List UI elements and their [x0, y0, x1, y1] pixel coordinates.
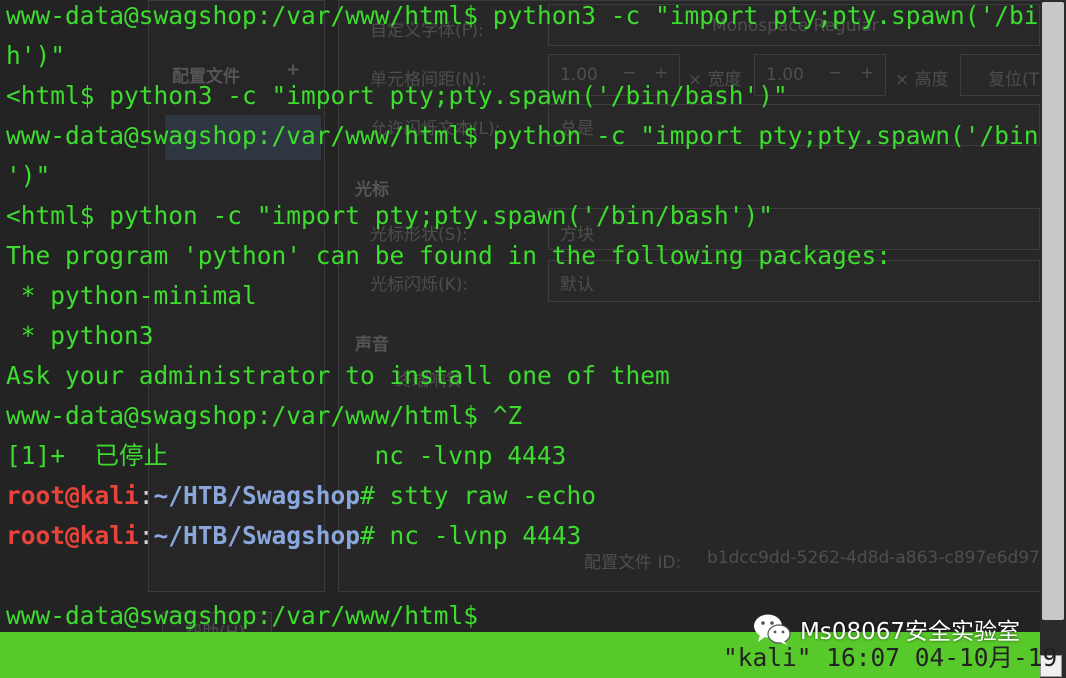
terminal-text-segment: root@kali — [6, 521, 139, 550]
terminal-text-segment: ~/HTB/Swagshop — [153, 521, 361, 550]
terminal-text-segment: h')" — [6, 41, 66, 70]
terminal-text-segment: <html$ python3 -c "import pty;pty.spawn(… — [6, 81, 788, 110]
terminal-text-segment: : — [138, 481, 154, 510]
terminal-text-segment: * python-minimal — [6, 281, 257, 310]
scrollbar-thumb[interactable] — [1042, 2, 1064, 620]
terminal-line: [1]+ 已停止 nc -lvnp 4443 — [6, 436, 1046, 476]
terminal-text-segment: root@kali — [6, 481, 139, 510]
terminal-window: 配置文件 + 自定义字体(F): Monospace Regular 单元格间距… — [0, 0, 1066, 678]
wechat-icon — [754, 614, 791, 645]
terminal-text-segment: www-data@swagshop:/var/www/html$ ^Z — [6, 401, 523, 430]
terminal-text-segment: www-data@swagshop:/var/www/html$ python3… — [6, 1, 1066, 30]
terminal-line: * python3 — [6, 316, 1046, 356]
terminal-line: The program 'python' can be found in the… — [6, 236, 1046, 276]
terminal-line: root@kali:~/HTB/Swagshop# stty raw -echo — [6, 476, 1046, 516]
terminal-text-segment: [1]+ 已停止 nc -lvnp 4443 — [6, 441, 567, 470]
terminal-output[interactable]: www-data@swagshop:/var/www/html$ python3… — [6, 0, 1066, 636]
terminal-line: www-data@swagshop:/var/www/html$ python … — [6, 116, 1066, 156]
terminal-line: <html$ python -c "import pty;pty.spawn('… — [6, 196, 1046, 236]
terminal-line: www-data@swagshop:/var/www/html$ python3… — [6, 0, 1066, 36]
terminal-text-segment: # stty raw -echo — [360, 481, 597, 510]
terminal-text-segment: ')" — [6, 161, 51, 190]
terminal-text-segment: # nc -lvnp 4443 — [360, 521, 582, 550]
terminal-line: www-data@swagshop:/var/www/html$ ^Z — [6, 396, 1046, 436]
terminal-line: * python-minimal — [6, 276, 1046, 316]
terminal-text-segment: * python3 — [6, 321, 154, 350]
terminal-text-segment: : — [138, 521, 154, 550]
terminal-text-segment: <html$ python -c "import pty;pty.spawn('… — [6, 201, 774, 230]
terminal-text-segment: www-data@swagshop:/var/www/html$ — [6, 601, 479, 630]
watermark: Ms08067安全实验室 — [752, 612, 1020, 646]
terminal-text-segment: Ask your administrator to install one of… — [6, 361, 670, 390]
terminal-line: Ask your administrator to install one of… — [6, 356, 1046, 396]
terminal-line: h')" — [6, 36, 1046, 76]
terminal-text-segment: ~/HTB/Swagshop — [153, 481, 361, 510]
watermark-text: Ms08067安全实验室 — [800, 619, 1020, 645]
terminal-text-segment: www-data@swagshop:/var/www/html$ python … — [6, 121, 1066, 150]
terminal-line: <html$ python3 -c "import pty;pty.spawn(… — [6, 76, 1046, 116]
terminal-text-segment: The program 'python' can be found in the… — [6, 241, 892, 270]
terminal-line: ')" — [6, 156, 1046, 196]
terminal-line: root@kali:~/HTB/Swagshop# nc -lvnp 4443 — [6, 516, 1046, 556]
